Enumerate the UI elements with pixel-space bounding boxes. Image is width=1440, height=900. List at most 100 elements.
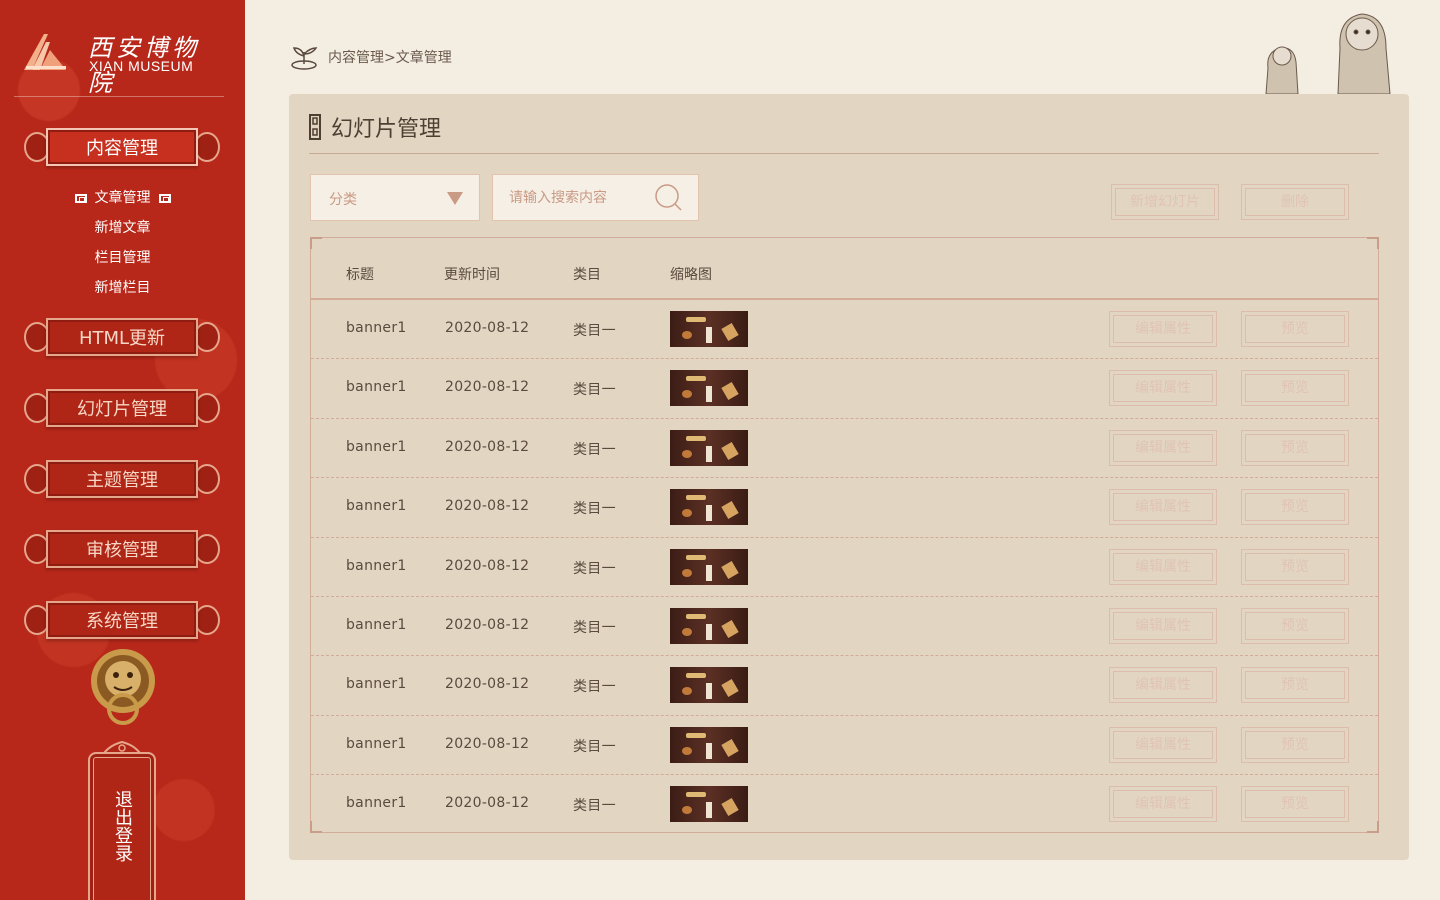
row-thumbnail[interactable]: [670, 786, 748, 823]
row-updated: 2020-08-12: [445, 617, 530, 633]
table-row[interactable]: banner1 2020-08-12 类目一 编辑属性 预览: [311, 478, 1378, 538]
edit-properties-button[interactable]: 编辑属性: [1109, 667, 1217, 704]
column-updated[interactable]: 更新时间: [444, 264, 500, 284]
preview-button[interactable]: 预览: [1241, 311, 1349, 347]
column-title[interactable]: 标题: [346, 264, 374, 284]
nav-review-management[interactable]: 审核管理: [22, 528, 222, 570]
nav-label: 审核管理: [86, 540, 158, 561]
thumb-detail: [721, 441, 739, 460]
subnav-add-column[interactable]: 新增栏目: [0, 278, 245, 298]
thumb-detail: [682, 449, 692, 458]
edit-properties-button[interactable]: 编辑属性: [1109, 370, 1217, 407]
table-row[interactable]: banner1 2020-08-12 类目一 编辑属性 预览: [311, 597, 1378, 657]
table-row[interactable]: banner1 2020-08-12 类目一 编辑属性 预览: [311, 300, 1378, 360]
logo[interactable]: 西安博物院 XIAN MUSEUM: [22, 28, 222, 97]
preview-button[interactable]: 预览: [1241, 370, 1349, 407]
delete-button[interactable]: 删除: [1241, 184, 1349, 220]
table-row[interactable]: banner1 2020-08-12 类目一 编辑属性 预览: [311, 419, 1378, 479]
table-row[interactable]: banner1 2020-08-12 类目一 编辑属性 预览: [311, 538, 1378, 597]
row-category: 类目一: [573, 738, 616, 755]
row-title: banner1: [346, 617, 407, 633]
row-thumbnail[interactable]: [670, 489, 748, 526]
row-category: 类目一: [573, 798, 616, 815]
thumb-detail: [706, 445, 712, 462]
table-row[interactable]: banner1 2020-08-12 类目一 编辑属性 预览: [311, 716, 1378, 776]
preview-button[interactable]: 预览: [1241, 726, 1349, 763]
table-row[interactable]: banner1 2020-08-12 类目一 编辑属性 预览: [311, 656, 1378, 716]
search-icon[interactable]: [654, 183, 684, 213]
column-category[interactable]: 类目: [573, 264, 601, 284]
preview-button[interactable]: 预览: [1241, 489, 1349, 526]
preview-button[interactable]: 预览: [1241, 429, 1349, 466]
subnav-column-management[interactable]: 栏目管理: [0, 248, 245, 268]
sprout-icon: [291, 47, 318, 70]
slides-table: 标题 更新时间 类目 缩略图 banner1 2020-08-12 类目一 编辑…: [310, 237, 1379, 833]
thumb-detail: [682, 806, 692, 815]
thumb-detail: [686, 554, 706, 560]
row-updated: 2020-08-12: [445, 795, 530, 812]
brand-name-en: XIAN MUSEUM: [89, 58, 194, 74]
thumb-detail: [706, 683, 712, 700]
thumb-detail: [706, 505, 712, 522]
row-thumbnail[interactable]: [670, 429, 748, 466]
thumb-detail: [682, 509, 692, 518]
edit-properties-button[interactable]: 编辑属性: [1109, 726, 1217, 763]
search-input[interactable]: [509, 188, 649, 208]
preview-button[interactable]: 预览: [1241, 608, 1349, 644]
table-row[interactable]: banner1 2020-08-12 类目一 编辑属性 预览: [311, 775, 1378, 834]
row-thumbnail[interactable]: [670, 370, 748, 407]
add-slide-button[interactable]: 新增幻灯片: [1111, 184, 1219, 220]
row-thumbnail[interactable]: [670, 726, 748, 763]
subnav-add-article[interactable]: 新增文章: [0, 218, 245, 238]
edit-properties-button[interactable]: 编辑属性: [1109, 429, 1217, 466]
preview-button[interactable]: 预览: [1241, 786, 1349, 823]
column-thumbnail[interactable]: 缩略图: [670, 264, 712, 284]
thumb-detail: [682, 628, 692, 636]
thumb-detail: [682, 331, 692, 339]
subnav-article-management[interactable]: 文章管理: [0, 188, 245, 208]
sidebar: 西安博物院 XIAN MUSEUM 内容管理 文章管理 新增文章 栏目管理 新增…: [0, 0, 245, 900]
subnav-label: 文章管理: [94, 190, 151, 206]
row-thumbnail[interactable]: [670, 608, 748, 644]
thumb-detail: [686, 435, 706, 441]
preview-button[interactable]: 预览: [1241, 667, 1349, 704]
nav-slideshow-management[interactable]: 幻灯片管理: [22, 387, 222, 429]
row-title: banner1: [346, 735, 407, 752]
row-category: 类目一: [573, 560, 616, 577]
row-updated: 2020-08-12: [445, 379, 530, 396]
thumb-detail: [686, 673, 706, 679]
row-thumbnail[interactable]: [670, 311, 748, 347]
row-category: 类目一: [573, 382, 616, 399]
edit-properties-button[interactable]: 编辑属性: [1109, 311, 1217, 347]
nav-html-update[interactable]: HTML更新: [22, 316, 222, 358]
nav-system-management[interactable]: 系统管理: [22, 599, 222, 641]
subnav-label: 新增栏目: [94, 280, 151, 296]
nav-content-management[interactable]: 内容管理: [22, 126, 222, 168]
row-title: banner1: [346, 438, 407, 455]
thumb-detail: [706, 742, 712, 759]
row-category: 类目一: [573, 323, 616, 339]
thumb-detail: [721, 501, 739, 520]
table-row[interactable]: banner1 2020-08-12 类目一 编辑属性 预览: [311, 359, 1378, 419]
logo-divider: [14, 96, 224, 97]
nav-theme-management[interactable]: 主题管理: [22, 458, 222, 500]
row-title: banner1: [346, 676, 407, 693]
edit-properties-button[interactable]: 编辑属性: [1109, 608, 1217, 644]
breadcrumb-path[interactable]: 内容管理>文章管理: [328, 47, 452, 67]
nav-label: 幻灯片管理: [77, 399, 167, 420]
caret-down-icon: [447, 192, 463, 205]
category-select[interactable]: 分类: [310, 174, 480, 221]
logout-button[interactable]: 退出登录: [88, 752, 156, 900]
subnav-label: 新增文章: [94, 220, 151, 236]
row-thumbnail[interactable]: [670, 667, 748, 704]
row-thumbnail[interactable]: [670, 548, 748, 585]
preview-button[interactable]: 预览: [1241, 548, 1349, 585]
edit-properties-button[interactable]: 编辑属性: [1109, 548, 1217, 585]
thumb-detail: [686, 732, 706, 738]
row-title: banner1: [346, 557, 407, 574]
edit-properties-button[interactable]: 编辑属性: [1109, 489, 1217, 526]
table-header: 标题 更新时间 类目 缩略图: [311, 238, 1378, 300]
edit-properties-button[interactable]: 编辑属性: [1109, 786, 1217, 823]
row-updated: 2020-08-12: [445, 438, 530, 455]
title-divider: [309, 153, 1379, 154]
